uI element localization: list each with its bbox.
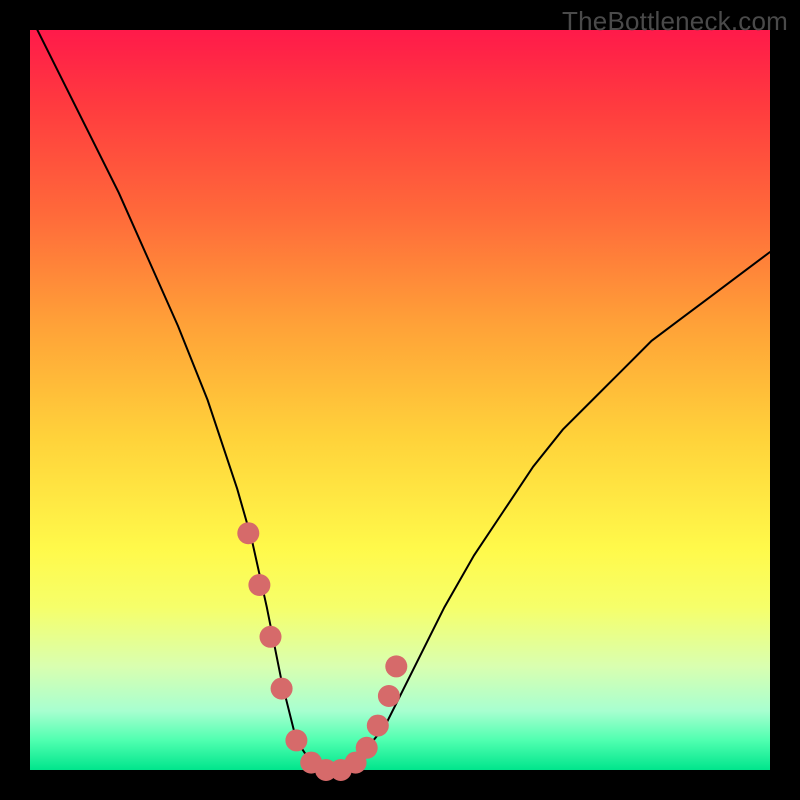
curve-marker xyxy=(248,574,270,596)
chart-svg xyxy=(30,30,770,770)
curve-marker xyxy=(378,685,400,707)
curve-marker xyxy=(271,678,293,700)
curve-marker xyxy=(285,729,307,751)
curve-markers xyxy=(237,522,407,781)
curve-marker xyxy=(356,737,378,759)
curve-marker xyxy=(237,522,259,544)
curve-marker xyxy=(367,715,389,737)
curve-marker xyxy=(385,655,407,677)
chart-gradient-area xyxy=(30,30,770,770)
curve-marker xyxy=(260,626,282,648)
